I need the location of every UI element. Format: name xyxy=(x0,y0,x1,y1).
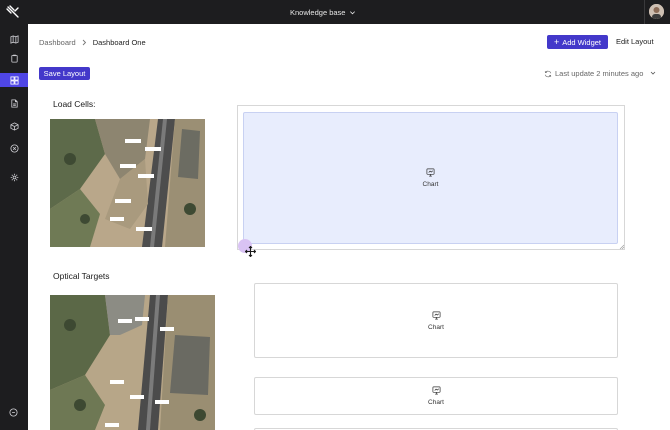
top-bar: Knowledge base xyxy=(0,0,670,24)
dashboard-icon xyxy=(9,75,19,85)
chart-icon xyxy=(432,311,440,319)
document-icon xyxy=(10,98,18,108)
topbar-divider xyxy=(644,0,645,24)
chevron-right-icon xyxy=(82,39,86,45)
breadcrumb-dashboard[interactable]: Dashboard xyxy=(39,38,76,47)
sidebar xyxy=(0,24,28,430)
sidebar-item-alerts[interactable] xyxy=(0,141,28,155)
sidebar-item-settings[interactable] xyxy=(0,170,28,184)
breadcrumb-current-page: Dashboard One xyxy=(92,37,146,47)
move-icon[interactable] xyxy=(245,246,256,257)
optical-targets-title: Optical Targets xyxy=(53,271,110,281)
edit-layout-button[interactable]: Edit Layout xyxy=(616,37,654,46)
sidebar-item-dashboards[interactable] xyxy=(0,73,28,87)
add-widget-button[interactable]: + Add Widget xyxy=(547,35,608,49)
load-cells-aerial-image xyxy=(50,119,205,247)
breadcrumb: Dashboard Dashboard One xyxy=(39,37,146,47)
chart-widget[interactable]: Chart xyxy=(254,377,618,415)
chart-label: Chart xyxy=(422,181,439,188)
optical-targets-aerial-image xyxy=(50,295,215,430)
help-circle-icon[interactable] xyxy=(9,408,18,417)
gear-icon xyxy=(10,173,18,181)
chart-icon xyxy=(426,168,435,177)
sidebar-item-documents[interactable] xyxy=(0,96,28,110)
cube-icon xyxy=(9,121,19,131)
resize-handle-icon[interactable] xyxy=(619,244,625,250)
chart-widget-selected[interactable]: Chart xyxy=(243,112,618,244)
last-update-status: Last update 2 minutes ago xyxy=(544,69,643,78)
map-icon xyxy=(9,34,19,44)
chart-icon xyxy=(432,386,440,395)
plus-icon: + xyxy=(553,36,560,47)
sidebar-item-clipboard[interactable] xyxy=(0,51,28,65)
refresh-icon[interactable] xyxy=(544,70,552,78)
chart-widget[interactable]: Chart xyxy=(254,283,618,358)
chart-label: Chart xyxy=(428,399,444,406)
load-cells-title: Load Cells: xyxy=(53,99,96,109)
sidebar-item-models[interactable] xyxy=(0,119,28,133)
user-avatar[interactable] xyxy=(649,4,664,19)
workspace-switcher-label: Knowledge base xyxy=(290,7,346,17)
chevron-down-icon xyxy=(350,10,356,14)
x-circle-icon xyxy=(9,143,19,153)
user-photo-icon xyxy=(649,4,664,19)
logo-icon[interactable] xyxy=(6,5,20,19)
sidebar-item-map[interactable] xyxy=(0,32,28,46)
last-update-text: Last update 2 minutes ago xyxy=(555,69,644,78)
workspace-switcher[interactable]: Knowledge base xyxy=(290,5,356,19)
chevron-down-icon[interactable] xyxy=(650,70,656,76)
chart-label: Chart xyxy=(428,323,444,331)
clipboard-icon xyxy=(10,54,18,63)
add-widget-label: Add Widget xyxy=(562,37,602,47)
save-layout-button[interactable]: Save Layout xyxy=(39,67,90,80)
